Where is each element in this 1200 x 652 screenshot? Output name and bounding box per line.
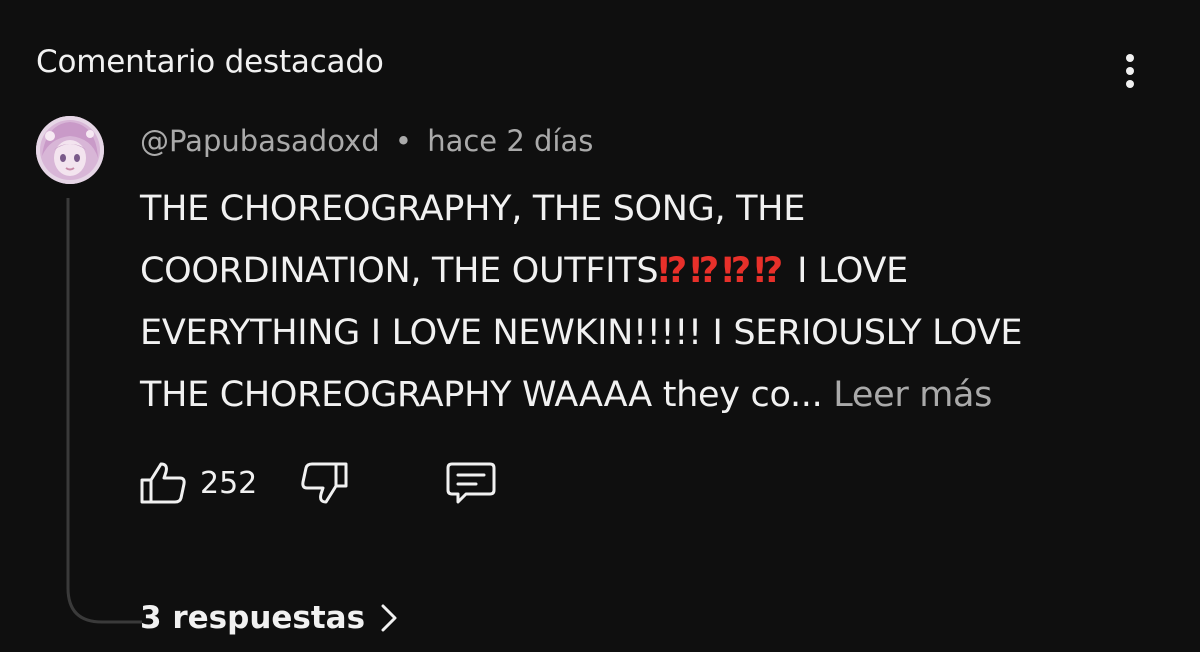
avatar-pink-hair-icon	[36, 116, 104, 184]
exclamation-question-emoji: ⁉⁉⁉⁉	[658, 251, 787, 291]
comment-line: THE CHOREOGRAPHY WAAAA they co... Leer m…	[140, 364, 1140, 426]
comment-line: EVERYTHING I LOVE NEWKIN!!!!! I SERIOUSL…	[140, 313, 1023, 353]
thumbs-up-icon	[140, 462, 186, 504]
author-handle[interactable]: @Papubasadoxd	[140, 124, 380, 158]
comment-timestamp: hace 2 días	[427, 124, 594, 158]
comment-line: THE CHOREOGRAPHY, THE SONG, THE	[140, 189, 806, 229]
comment-meta: @Papubasadoxd • hace 2 días	[140, 124, 593, 158]
comment-line: COORDINATION, THE OUTFITS⁉⁉⁉⁉ I LOVE	[140, 240, 1140, 302]
thumbs-down-icon	[301, 462, 348, 504]
reply-thread-line	[66, 198, 142, 624]
reply-button[interactable]	[444, 458, 498, 508]
like-count: 252	[200, 465, 258, 501]
comment-body: THE CHOREOGRAPHY, THE SONG, THE COORDINA…	[140, 178, 1140, 426]
view-replies-button[interactable]: 3 respuestas	[140, 600, 399, 636]
comment-text-segment: I LOVE	[786, 251, 908, 291]
dislike-button[interactable]	[300, 458, 350, 508]
like-button[interactable]: 252	[138, 458, 257, 508]
read-more-link[interactable]: Leer más	[833, 375, 992, 415]
replies-count-label: 3 respuestas	[140, 600, 366, 636]
meta-separator: •	[394, 124, 412, 158]
author-avatar[interactable]	[36, 116, 104, 184]
comment-icon	[446, 462, 496, 504]
more-vertical-icon	[1126, 54, 1134, 88]
comment-text-segment: THE CHOREOGRAPHY WAAAA they co...	[140, 375, 834, 415]
more-options-button[interactable]	[1112, 48, 1148, 94]
featured-comment-panel: Comentario destacado @Papubasadoxd • hac…	[0, 0, 1200, 652]
comment-text-segment: COORDINATION, THE OUTFITS	[140, 251, 659, 291]
section-title: Comentario destacado	[36, 44, 384, 80]
chevron-right-icon	[381, 604, 397, 632]
